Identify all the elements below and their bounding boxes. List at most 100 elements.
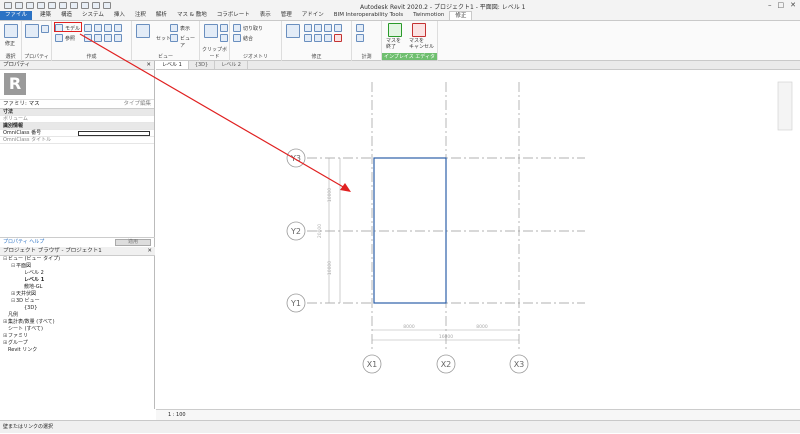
view-scale[interactable]: 1 : 100 (168, 412, 186, 418)
move-icon[interactable] (286, 24, 300, 38)
close-browser-icon[interactable]: ✕ (147, 247, 152, 256)
properties-icon[interactable] (25, 24, 39, 38)
join-geometry-label[interactable]: 結合 (243, 35, 253, 42)
tab-systems[interactable]: システム (77, 11, 109, 20)
show-label[interactable]: 表示 (180, 25, 190, 32)
cut-icon[interactable] (220, 34, 228, 42)
browser-item[interactable]: 敷地-GL (0, 284, 155, 291)
close-icon[interactable]: ✕ (790, 1, 796, 9)
modify-cursor-icon[interactable] (4, 24, 18, 38)
set-workplane-icon[interactable] (136, 24, 150, 38)
rotate-icon[interactable] (334, 24, 342, 32)
line-tool-icon[interactable] (84, 24, 92, 32)
tab-bim-interop[interactable]: BIM Interoperability Tools (329, 11, 408, 20)
property-value-field[interactable] (78, 131, 150, 136)
browser-item[interactable]: 凡例 (0, 312, 155, 319)
align-icon[interactable] (304, 24, 312, 32)
section-icon[interactable] (103, 2, 111, 9)
sync-icon[interactable] (26, 2, 34, 9)
browser-item[interactable]: ⊞グループ (0, 340, 155, 347)
tab-file[interactable]: ファイル (0, 11, 33, 20)
undo-icon[interactable] (37, 2, 45, 9)
circle-tool-icon[interactable] (114, 24, 122, 32)
tab-manage[interactable]: 管理 (276, 11, 297, 20)
save-icon[interactable] (15, 2, 23, 9)
tab-modify[interactable]: 修正 (449, 11, 473, 20)
finish-mass-label[interactable]: マスを 終了 (386, 38, 401, 50)
drawing-canvas[interactable]: レベル 1 {3D} レベル 2 (156, 61, 800, 409)
paste-icon[interactable] (204, 24, 218, 38)
tab-massing[interactable]: マス & 敷地 (172, 11, 212, 20)
show-workplane-icon[interactable] (170, 24, 178, 32)
cancel-mass-icon[interactable] (412, 23, 426, 37)
ellipse-tool-icon[interactable] (104, 34, 112, 42)
edit-type-button[interactable]: タイプ編集 (123, 100, 151, 108)
browser-item[interactable]: ⊞天井伏図 (0, 291, 155, 298)
offset-icon[interactable] (314, 24, 322, 32)
reference-line-label[interactable]: 参照 (65, 35, 75, 42)
dimension-icon[interactable] (356, 34, 364, 42)
browser-item[interactable]: {3D} (0, 305, 155, 312)
text-icon[interactable] (81, 2, 89, 9)
polygon-tool-icon[interactable] (104, 24, 112, 32)
family-selector[interactable]: ファミリ: マス (3, 100, 40, 108)
view-tab-level2[interactable]: レベル 2 (215, 61, 248, 69)
apply-button[interactable]: 適用 (115, 239, 151, 246)
tab-structure[interactable]: 構造 (56, 11, 77, 20)
copy-icon[interactable] (220, 24, 228, 32)
set-label[interactable]: セット (156, 35, 171, 42)
viewer-icon[interactable] (170, 34, 178, 42)
minimize-icon[interactable]: – (768, 1, 772, 9)
quick-access-toolbar (0, 2, 111, 9)
tab-twinmotion[interactable]: Twinmotion (408, 11, 449, 20)
type-selector[interactable]: R (0, 70, 154, 100)
split-icon[interactable] (314, 34, 322, 42)
view-tab-level1[interactable]: レベル 1 (156, 61, 189, 69)
mirror-icon[interactable] (324, 24, 332, 32)
browser-item[interactable]: ⊟3D ビュー (0, 298, 155, 305)
print-icon[interactable] (59, 2, 67, 9)
browser-item[interactable]: Revit リンク (0, 347, 155, 354)
tab-annotate[interactable]: 注釈 (130, 11, 151, 20)
browser-item[interactable]: シート (すべて) (0, 326, 155, 333)
measure-icon[interactable] (70, 2, 78, 9)
array-icon[interactable] (324, 34, 332, 42)
cut-geometry-icon[interactable] (233, 24, 241, 32)
trim-icon[interactable] (304, 34, 312, 42)
tab-view[interactable]: 表示 (255, 11, 276, 20)
tab-addins[interactable]: アドイン (297, 11, 329, 20)
rectangle-tool-icon[interactable] (94, 24, 102, 32)
browser-item[interactable]: レベル 1 (0, 277, 155, 284)
measure-tool-icon[interactable] (356, 24, 364, 32)
finish-mass-icon[interactable] (388, 23, 402, 37)
tab-architecture[interactable]: 建築 (35, 11, 56, 20)
cut-geometry-label[interactable]: 切り取り (243, 25, 263, 32)
delete-icon[interactable] (334, 34, 342, 42)
3d-view-icon[interactable] (92, 2, 100, 9)
browser-item[interactable]: ⊟ビュー (ビュー タイプ) (0, 256, 155, 263)
reference-line-icon[interactable] (55, 34, 63, 42)
redo-icon[interactable] (48, 2, 56, 9)
tab-insert[interactable]: 挿入 (109, 11, 130, 20)
browser-item[interactable]: ⊟平面図 (0, 263, 155, 270)
arc-tool-icon[interactable] (84, 34, 92, 42)
property-category[interactable]: 識別情報 (0, 123, 154, 130)
type-properties-icon[interactable] (41, 25, 49, 33)
browser-item[interactable]: レベル 2 (0, 270, 155, 277)
close-properties-icon[interactable]: ✕ (146, 61, 151, 70)
viewer-label[interactable]: ビューア (180, 35, 199, 49)
pick-line-icon[interactable] (114, 34, 122, 42)
properties-group-label: プロパティ (24, 54, 49, 60)
maximize-icon[interactable]: □ (778, 1, 785, 9)
tab-collaborate[interactable]: コラボレート (212, 11, 255, 20)
browser-item[interactable]: ⊞集計表/数量 (すべて) (0, 319, 155, 326)
cancel-mass-label[interactable]: マスを キャンセル (409, 38, 434, 50)
spline-tool-icon[interactable] (94, 34, 102, 42)
open-icon[interactable] (4, 2, 12, 9)
property-category[interactable]: 寸法 (0, 109, 154, 116)
properties-help-link[interactable]: プロパティ ヘルプ (3, 239, 44, 245)
tab-analyze[interactable]: 解析 (151, 11, 172, 20)
join-geometry-icon[interactable] (233, 34, 241, 42)
view-tab-3d[interactable]: {3D} (189, 61, 216, 69)
browser-item[interactable]: ⊞ファミリ (0, 333, 155, 340)
